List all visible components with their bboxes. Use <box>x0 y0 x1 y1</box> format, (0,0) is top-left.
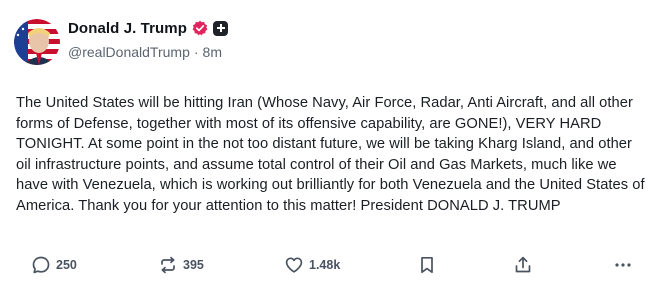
verified-badge-icon <box>192 20 208 36</box>
reply-button[interactable]: 250 <box>31 251 77 279</box>
like-button[interactable]: 1.48k <box>284 251 340 279</box>
share-button[interactable] <box>513 251 533 279</box>
repost-arrows-icon <box>158 255 178 275</box>
action-bar: 250 395 1.48k <box>0 251 661 279</box>
handle-separator: · <box>193 44 199 60</box>
repost-count: 395 <box>183 258 204 272</box>
share-upload-icon <box>513 255 533 275</box>
post-header: Donald J. Trump @realDonaldTrump · 8m <box>14 17 229 67</box>
more-dots-icon <box>613 255 633 275</box>
name-row: Donald J. Trump <box>68 17 229 39</box>
speech-bubble-icon <box>31 255 51 275</box>
plus-badge-icon <box>213 20 229 36</box>
author-handle[interactable]: @realDonaldTrump <box>68 44 190 60</box>
repost-button[interactable]: 395 <box>158 251 204 279</box>
author-names: Donald J. Trump @realDonaldTrump · 8m <box>68 17 229 62</box>
handle-row: @realDonaldTrump · 8m <box>68 42 228 62</box>
post-time[interactable]: 8m <box>203 44 222 60</box>
reply-count: 250 <box>56 258 77 272</box>
heart-icon <box>284 255 304 275</box>
bookmark-icon <box>417 255 437 275</box>
post-text: The United States will be hitting Iran (… <box>16 95 645 214</box>
bookmark-button[interactable] <box>417 251 437 279</box>
like-count: 1.48k <box>309 258 341 272</box>
more-button[interactable] <box>613 251 633 279</box>
avatar[interactable] <box>14 19 60 65</box>
post-card: Donald J. Trump @realDonaldTrump · 8m Th… <box>0 0 661 292</box>
author-display-name[interactable]: Donald J. Trump <box>68 20 187 37</box>
